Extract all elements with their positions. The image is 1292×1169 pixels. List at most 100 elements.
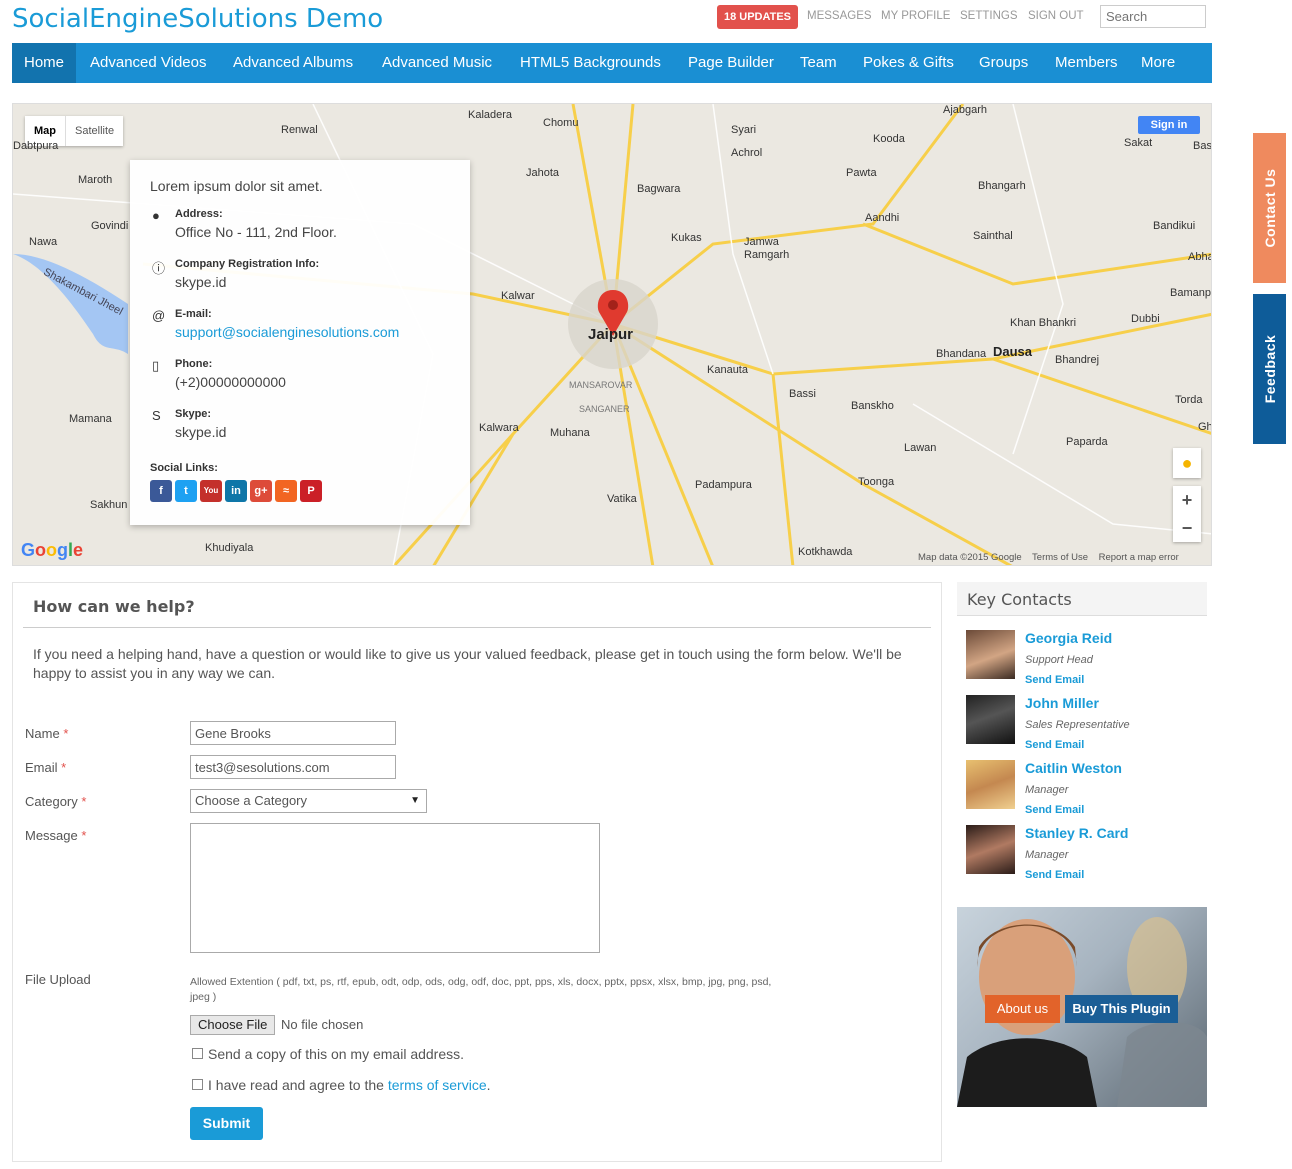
choose-file-button[interactable]: Choose File xyxy=(190,1015,276,1035)
send-email-link[interactable]: Send Email xyxy=(1025,869,1084,881)
zoom-out-button[interactable]: − xyxy=(1173,514,1201,542)
linkedin-icon[interactable]: in xyxy=(225,480,247,502)
send-email-link[interactable]: Send Email xyxy=(1025,739,1084,751)
map-place: Khan Bhankri xyxy=(1010,317,1077,329)
avatar[interactable] xyxy=(966,695,1015,744)
chevron-down-icon: ▼ xyxy=(410,795,420,806)
map-place: Kooda xyxy=(873,133,905,145)
map-place: Kotkhawda xyxy=(798,546,853,558)
map-place: Pawta xyxy=(846,167,877,179)
avatar[interactable] xyxy=(966,825,1015,874)
phone-value: (+2)00000000000 xyxy=(175,374,286,390)
map-place: Mansarovar xyxy=(569,380,633,390)
google-plus-icon[interactable]: g+ xyxy=(250,480,272,502)
site-title[interactable]: SocialEngineSolutions Demo xyxy=(12,4,383,34)
name-label: Name * xyxy=(25,726,69,741)
buy-plugin-button[interactable]: Buy This Plugin xyxy=(1065,995,1178,1023)
search-input[interactable] xyxy=(1100,5,1206,28)
avatar[interactable] xyxy=(966,630,1015,679)
map-place: Dabtpura xyxy=(13,140,59,152)
terms-of-service-link[interactable]: terms of service xyxy=(388,1077,487,1093)
satellite-button[interactable]: Satellite xyxy=(66,116,123,146)
nav-html5-backgrounds[interactable]: HTML5 Backgrounds xyxy=(508,43,673,83)
terms-of-use-link[interactable]: Terms of Use xyxy=(1032,552,1088,563)
feedback-tab[interactable]: Feedback xyxy=(1253,294,1286,444)
google-map[interactable]: Map Satellite Sign in Jaipur Kaladera Ch… xyxy=(12,103,1212,566)
map-place: Bamanpur xyxy=(1170,287,1211,299)
map-place: Achrol xyxy=(731,147,763,159)
send-email-link[interactable]: Send Email xyxy=(1025,804,1084,816)
allowed-extensions: Allowed Extention ( pdf, txt, ps, rtf, e… xyxy=(190,976,772,1003)
category-select[interactable]: Choose a Category ▼ xyxy=(190,789,427,813)
nav-groups[interactable]: Groups xyxy=(967,43,1040,83)
map-place: Bhandana xyxy=(936,348,987,360)
map-place: Syari xyxy=(731,124,757,136)
send-email-link[interactable]: Send Email xyxy=(1025,674,1084,686)
address-info-card: Lorem ipsum dolor sit amet. ● Address: O… xyxy=(130,160,470,525)
email-label: E-mail: xyxy=(175,308,212,320)
nav-pokes-gifts[interactable]: Pokes & Gifts xyxy=(851,43,966,83)
map-place: Paparda xyxy=(1066,436,1108,448)
info-icon: ⓘ xyxy=(152,261,166,276)
nav-members[interactable]: Members xyxy=(1043,43,1130,83)
settings-link[interactable]: SETTINGS xyxy=(960,10,1018,22)
map-place: Bassi xyxy=(789,388,816,400)
main-nav: Home Advanced Videos Advanced Albums Adv… xyxy=(12,43,1212,83)
contact-role: Manager xyxy=(1025,784,1069,796)
skype-label: Skype: xyxy=(175,408,212,420)
nav-home[interactable]: Home xyxy=(12,43,77,83)
twitter-icon[interactable]: t xyxy=(175,480,197,502)
email-input[interactable] xyxy=(190,755,396,779)
sign-out-link[interactable]: SIGN OUT xyxy=(1028,10,1084,22)
messages-link[interactable]: MESSAGES xyxy=(807,10,872,22)
contact-form-panel: How can we help? If you need a helping h… xyxy=(12,582,942,1162)
street-view-pegman-icon[interactable]: ● xyxy=(1173,448,1201,478)
send-copy-label: Send a copy of this on my email address. xyxy=(208,1046,465,1062)
updates-badge[interactable]: 18 UPDATES xyxy=(717,5,798,29)
contact-name[interactable]: John Miller xyxy=(1025,695,1099,711)
map-sign-in-button[interactable]: Sign in xyxy=(1138,116,1200,134)
contact-card: Caitlin Weston Manager Send Email xyxy=(966,760,1206,820)
submit-button[interactable]: Submit xyxy=(190,1107,263,1140)
no-file-chosen-text: No file chosen xyxy=(281,1017,364,1032)
agree-terms-checkbox[interactable] xyxy=(192,1079,203,1090)
map-place: Sanganer xyxy=(579,404,630,414)
name-input[interactable] xyxy=(190,721,396,745)
my-profile-link[interactable]: MY PROFILE xyxy=(881,10,950,22)
map-place: Toonga xyxy=(858,476,895,488)
map-place: Maroth xyxy=(78,174,113,186)
company-label: Company Registration Info: xyxy=(175,258,320,270)
contact-name[interactable]: Caitlin Weston xyxy=(1025,760,1122,776)
nav-page-builder[interactable]: Page Builder xyxy=(676,43,786,83)
contact-name[interactable]: Georgia Reid xyxy=(1025,630,1112,646)
social-links: f t You in g+ ≈ P xyxy=(150,480,450,502)
pinterest-icon[interactable]: P xyxy=(300,480,322,502)
map-place: Chomu xyxy=(543,117,579,129)
email-link[interactable]: support@socialenginesolutions.com xyxy=(175,324,450,340)
contact-name[interactable]: Stanley R. Card xyxy=(1025,825,1128,841)
message-label: Message * xyxy=(25,828,87,843)
map-place: Torda xyxy=(1175,394,1203,406)
about-us-button[interactable]: About us xyxy=(985,995,1060,1023)
map-place: Dausa xyxy=(993,344,1033,359)
nav-advanced-music[interactable]: Advanced Music xyxy=(370,43,504,83)
map-place: Kalwar xyxy=(501,290,535,302)
map-place: Padampura xyxy=(695,479,752,491)
facebook-icon[interactable]: f xyxy=(150,480,172,502)
map-place: Nawa xyxy=(29,236,58,248)
nav-team[interactable]: Team xyxy=(788,43,849,83)
nav-advanced-albums[interactable]: Advanced Albums xyxy=(221,43,365,83)
youtube-icon[interactable]: You xyxy=(200,480,222,502)
nav-more[interactable]: More xyxy=(1129,43,1187,83)
nav-advanced-videos[interactable]: Advanced Videos xyxy=(78,43,218,83)
avatar[interactable] xyxy=(966,760,1015,809)
skype-value: skype.id xyxy=(175,424,227,440)
send-copy-checkbox[interactable] xyxy=(192,1048,203,1059)
message-textarea[interactable] xyxy=(190,823,600,953)
map-place: Dubbi xyxy=(1131,313,1160,325)
map-place: Jahota xyxy=(526,167,560,179)
report-map-error-link[interactable]: Report a map error xyxy=(1099,552,1179,563)
rss-icon[interactable]: ≈ xyxy=(275,480,297,502)
zoom-in-button[interactable]: + xyxy=(1173,486,1201,514)
contact-us-tab[interactable]: Contact Us xyxy=(1253,133,1286,283)
